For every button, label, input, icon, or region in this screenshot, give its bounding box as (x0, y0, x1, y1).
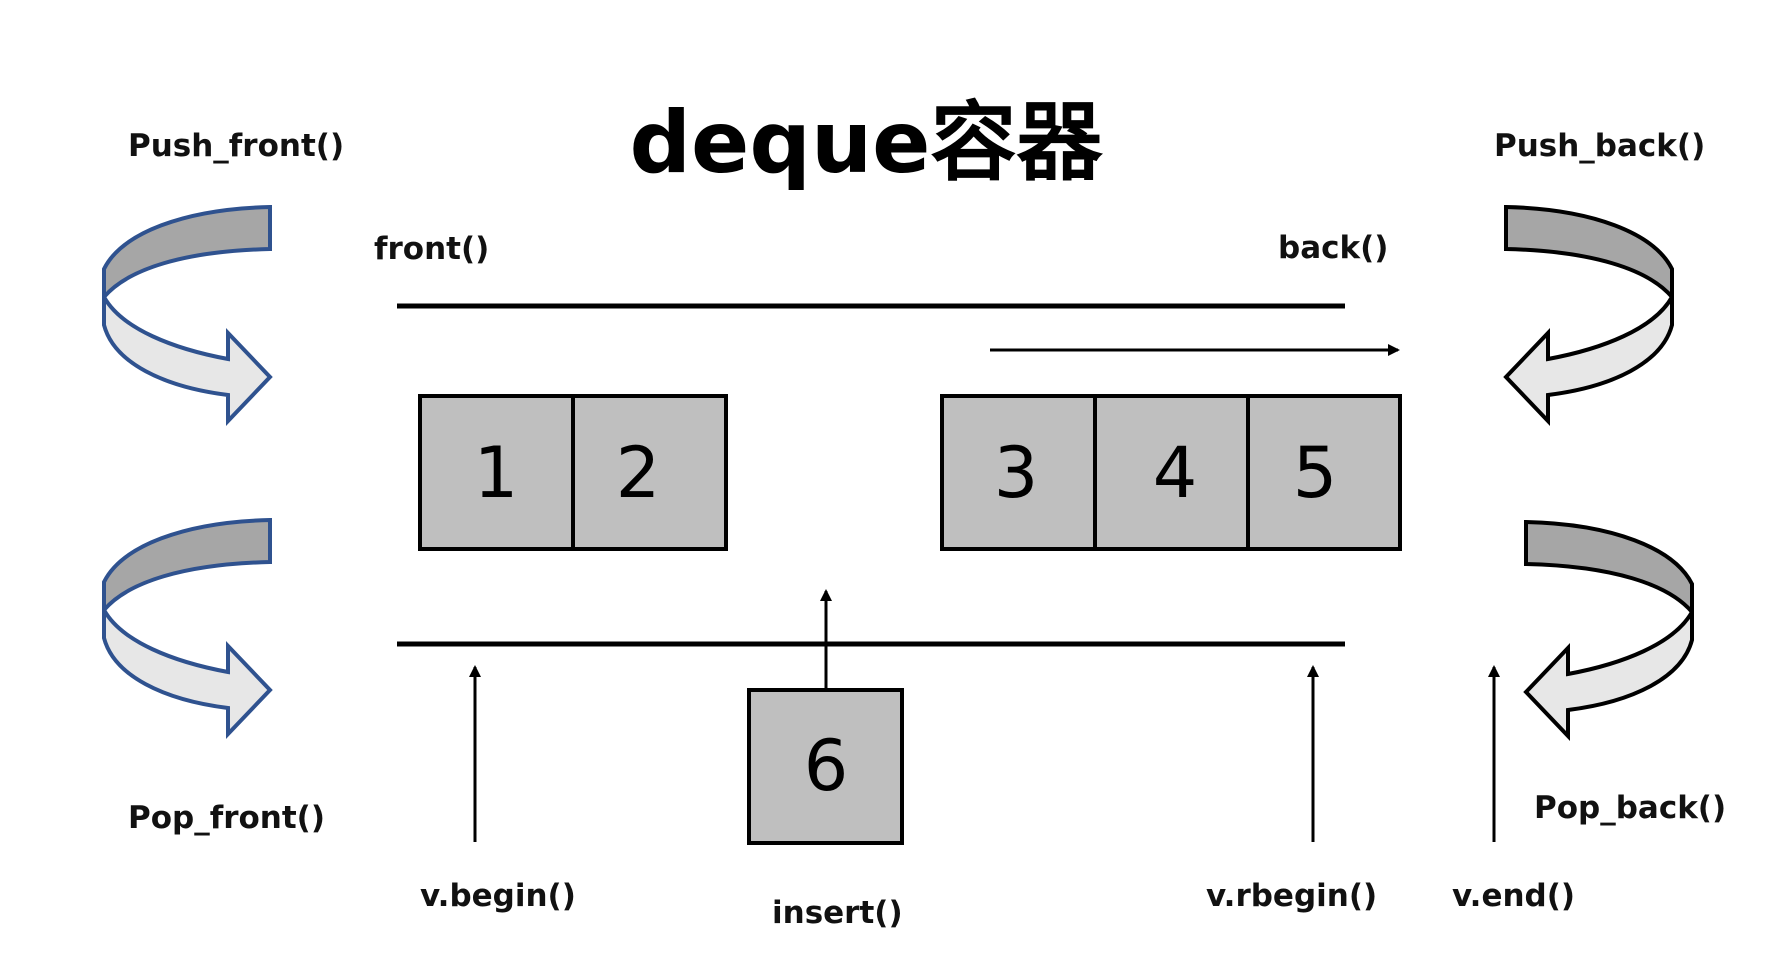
cell-value: 4 (1153, 432, 1198, 514)
cell-value: 3 (994, 432, 1039, 514)
pop-back-curved-arrow (1523, 519, 1694, 741)
curved-arrow-icon (1523, 519, 1694, 741)
v-end-label: v.end() (1452, 878, 1575, 914)
inserted-cell-value: 6 (804, 725, 849, 807)
back-label: back() (1278, 230, 1388, 266)
v-begin-label: v.begin() (420, 878, 576, 914)
insert-label: insert() (772, 895, 903, 931)
pop-front-label: Pop_front() (128, 800, 325, 836)
cell-value: 1 (474, 432, 519, 514)
diagram-title: deque容器 (630, 93, 1104, 193)
push-back-label: Push_back() (1494, 128, 1705, 164)
curved-arrow-icon (102, 204, 273, 426)
push-front-curved-arrow (102, 204, 273, 426)
push-front-label: Push_front() (128, 128, 344, 164)
curved-arrow-icon (102, 517, 273, 739)
pop-front-curved-arrow (102, 517, 273, 739)
deque-diagram: deque容器 Push_front() Push_back() Pop_fro… (102, 93, 1726, 931)
curved-arrow-icon (1503, 204, 1674, 426)
cell-value: 2 (616, 432, 661, 514)
v-rbegin-label: v.rbegin() (1206, 878, 1377, 914)
pop-back-label: Pop_back() (1534, 790, 1726, 826)
cell-value: 5 (1293, 432, 1338, 514)
push-back-curved-arrow (1503, 204, 1674, 426)
front-label: front() (374, 231, 489, 267)
